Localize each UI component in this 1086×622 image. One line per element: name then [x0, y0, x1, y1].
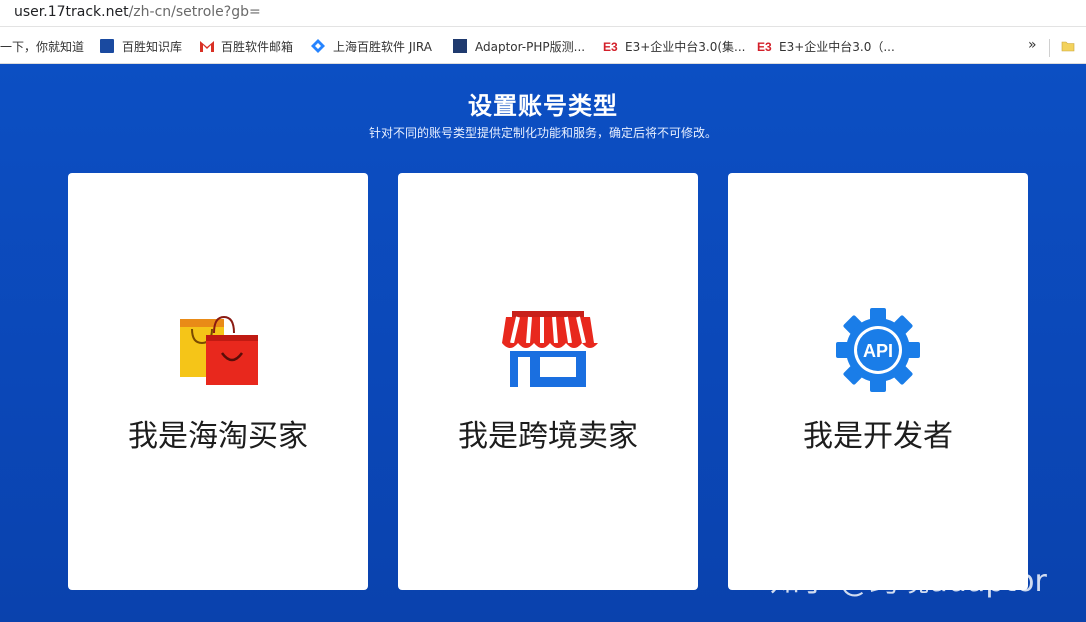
bookmark-item[interactable]: Adaptor-PHP版测...: [453, 37, 585, 55]
jira-icon: [311, 39, 325, 53]
bookmark-label: E3+企业中台3.0（...: [779, 39, 895, 54]
page-subtitle: 针对不同的账号类型提供定制化功能和服务，确定后将不可修改。: [368, 126, 717, 140]
bookmarks-bar: 一下，你就知道 百胜知识库 百胜软件邮箱 上海百胜软件 JIRA Adaptor…: [0, 27, 1086, 64]
svg-text:E3: E3: [757, 40, 772, 53]
bookmark-item[interactable]: 一下，你就知道: [0, 37, 84, 55]
shopping-bags-icon: [168, 305, 268, 395]
doc-icon: [100, 39, 114, 53]
api-label: API: [863, 341, 893, 361]
bookmark-label: 一下，你就知道: [0, 39, 85, 54]
role-selection-section: 设置账号类型 针对不同的账号类型提供定制化功能和服务，确定后将不可修改。 我是海…: [0, 64, 1086, 622]
bookmark-item[interactable]: 百胜知识库: [100, 37, 182, 55]
svg-text:E3: E3: [603, 40, 618, 53]
watermark: 知乎 @跨境adaptor: [770, 564, 1047, 599]
bookmark-item[interactable]: 百胜软件邮箱: [199, 37, 293, 55]
storefront-icon: [498, 305, 598, 395]
card-developer[interactable]: API 我是开发者: [728, 173, 1028, 590]
card-label: 我是跨境卖家: [458, 419, 638, 454]
page-title: 设置账号类型: [468, 92, 618, 120]
bookmark-item[interactable]: E3 E3+企业中台3.0(集...: [603, 37, 745, 55]
bookmark-label: 百胜知识库: [122, 39, 183, 54]
e3-icon: E3: [757, 39, 772, 53]
address-bar[interactable]: user.17track.net/zh-cn/setrole?gb=: [0, 0, 1086, 27]
card-seller[interactable]: 我是跨境卖家: [398, 173, 698, 590]
e3-icon: E3: [603, 39, 618, 53]
bookmarks-more-button[interactable]: »: [1028, 37, 1037, 53]
bookmark-label: 百胜软件邮箱: [221, 39, 294, 54]
folder-icon: [1061, 39, 1075, 53]
gmail-icon: [199, 39, 214, 53]
bookmark-label: E3+企业中台3.0(集...: [625, 39, 746, 54]
bookmark-label: Adaptor-PHP版测...: [475, 39, 586, 54]
api-gear-icon: API: [828, 305, 928, 395]
divider: [1049, 39, 1050, 57]
idaas-icon: [453, 39, 467, 53]
bookmark-item[interactable]: E3 E3+企业中台3.0（...: [757, 37, 895, 55]
url-text[interactable]: user.17track.net/zh-cn/setrole?gb=: [14, 4, 261, 20]
bookmark-item[interactable]: 上海百胜软件 JIRA: [311, 37, 432, 55]
bookmark-label: 上海百胜软件 JIRA: [333, 39, 432, 54]
card-buyer[interactable]: 我是海淘买家: [68, 173, 368, 590]
card-label: 我是海淘买家: [128, 419, 308, 454]
card-label: 我是开发者: [803, 419, 953, 454]
bookmark-folder[interactable]: [1061, 37, 1083, 55]
